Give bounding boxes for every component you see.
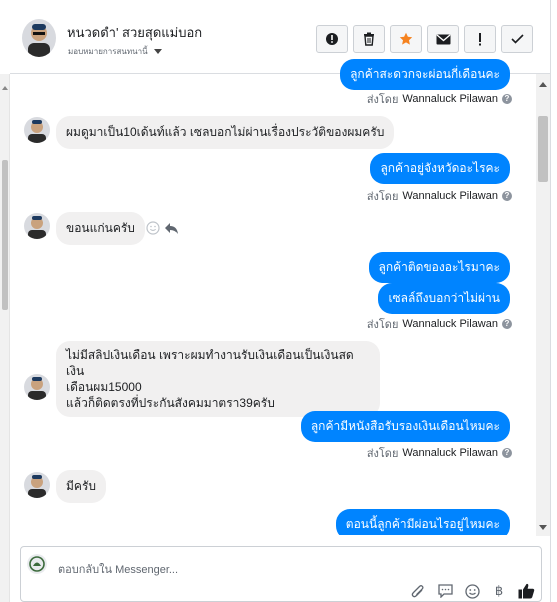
sent-by-prefix: ส่งโดย: [366, 448, 399, 460]
action-toolbar: [316, 25, 533, 53]
exclamation-circle-icon: [326, 33, 338, 45]
reply-composer[interactable]: ตอบกลับใน Messenger... ฿: [20, 546, 542, 602]
help-icon[interactable]: ?: [502, 191, 512, 201]
scroll-down-icon[interactable]: [539, 525, 547, 530]
outgoing-message: เซลล์ถึงบอกว่าไม่ผ่าน: [378, 283, 510, 314]
attachment-button[interactable]: [409, 582, 427, 600]
sent-by-line: ส่งโดย Wannaluck Pilawan ?: [367, 90, 512, 108]
sender-name: Wannaluck Pilawan: [402, 93, 498, 105]
contact-avatar-small: [24, 374, 50, 400]
sent-by-line: ส่งโดย Wannaluck Pilawan ?: [367, 315, 512, 333]
message-line: เดือนผม15000: [66, 380, 142, 394]
delete-button[interactable]: [353, 25, 385, 53]
trash-icon: [364, 32, 374, 46]
panel-divider: [550, 0, 551, 602]
exclamation-icon: [479, 32, 481, 45]
message-line: แล้วก็ติดตรงที่ประกันสังคมมาตรา39ครับ: [66, 396, 275, 410]
check-icon: [510, 34, 524, 44]
mark-spam-button[interactable]: [316, 25, 348, 53]
like-button[interactable]: [517, 582, 535, 600]
caret-down-icon: [153, 49, 162, 54]
done-button[interactable]: [501, 25, 533, 53]
incoming-message: ขอนแก่นครับ: [56, 212, 145, 245]
scroll-thumb[interactable]: [2, 160, 8, 310]
star-button[interactable]: [390, 25, 422, 53]
outgoing-message: ลูกค้าสะดวกจะผ่อนกี่เดือนคะ: [340, 59, 510, 90]
sent-by-prefix: ส่งโดย: [366, 191, 399, 203]
mark-unread-button[interactable]: [427, 25, 459, 53]
sent-by-prefix: ส่งโดย: [366, 94, 399, 106]
star-icon: [399, 32, 413, 45]
smiley-icon: [464, 583, 480, 599]
message-list[interactable]: ลูกค้าสะดวกจะผ่อนกี่เดือนคะ ส่งโดย Wanna…: [10, 55, 536, 535]
emoji-button[interactable]: [463, 582, 481, 600]
incoming-message: ผมดูมาเป็น10เด้นท์แล้ว เซลบอกไม่ผ่านเรื่…: [56, 116, 395, 149]
reply-input[interactable]: ตอบกลับใน Messenger...: [58, 560, 178, 578]
scroll-thumb[interactable]: [538, 116, 548, 182]
sent-by-line: ส่งโดย Wannaluck Pilawan ?: [367, 187, 512, 205]
left-scrollbar[interactable]: [0, 74, 10, 602]
chat-bubble-icon: [437, 584, 453, 598]
smiley-icon[interactable]: [146, 221, 160, 235]
incoming-message: ไม่มีสลิปเงินเดือน เพราะผมทำงานรับเงินเด…: [56, 341, 380, 417]
help-icon[interactable]: ?: [502, 319, 512, 329]
thumbs-up-icon: [518, 583, 534, 599]
follow-up-button[interactable]: [464, 25, 496, 53]
outgoing-message: ตอนนี้ลูกค้ามีผ่อนไรอยู่ไหมคะ: [335, 509, 510, 535]
help-icon[interactable]: ?: [502, 94, 512, 104]
contact-name: หนวดดำ' สวยสุดแม่บอก: [67, 25, 203, 40]
help-icon[interactable]: ?: [502, 448, 512, 458]
message-line: ไม่มีสลิปเงินเดือน เพราะผมทำงานรับเงินเด…: [66, 348, 354, 378]
reply-icon[interactable]: [164, 222, 179, 235]
composer-tools: ฿: [409, 582, 535, 600]
message-scrollbar[interactable]: [536, 74, 550, 536]
scroll-up-icon[interactable]: [2, 86, 8, 90]
sent-by-prefix: ส่งโดย: [366, 319, 399, 331]
message-actions: [146, 221, 179, 235]
payment-button[interactable]: ฿: [490, 582, 508, 600]
contact-avatar[interactable]: [22, 19, 56, 57]
incoming-message: มีครับ: [56, 470, 106, 503]
page-avatar: [27, 554, 47, 574]
sender-name: Wannaluck Pilawan: [402, 318, 498, 330]
paperclip-icon: [411, 584, 424, 597]
sender-name: Wannaluck Pilawan: [402, 447, 498, 459]
sender-name: Wannaluck Pilawan: [402, 190, 498, 202]
contact-avatar-small: [24, 472, 50, 498]
sent-by-line: ส่งโดย Wannaluck Pilawan ?: [367, 444, 512, 462]
baht-icon: ฿: [494, 583, 504, 599]
contact-avatar-small: [24, 117, 50, 143]
outgoing-message: ลูกค้ามีหนังสือรับรองเงินเดือนไหมคะ: [300, 411, 510, 442]
outgoing-message: ลูกค้าติดของอะไรมาคะ: [368, 252, 510, 283]
envelope-icon: [436, 34, 450, 44]
saved-replies-button[interactable]: [436, 582, 454, 600]
scroll-up-icon[interactable]: [539, 82, 547, 87]
contact-avatar-small: [24, 213, 50, 239]
outgoing-message: ลูกค้าอยู่จังหวัดอะไรคะ: [370, 153, 510, 184]
